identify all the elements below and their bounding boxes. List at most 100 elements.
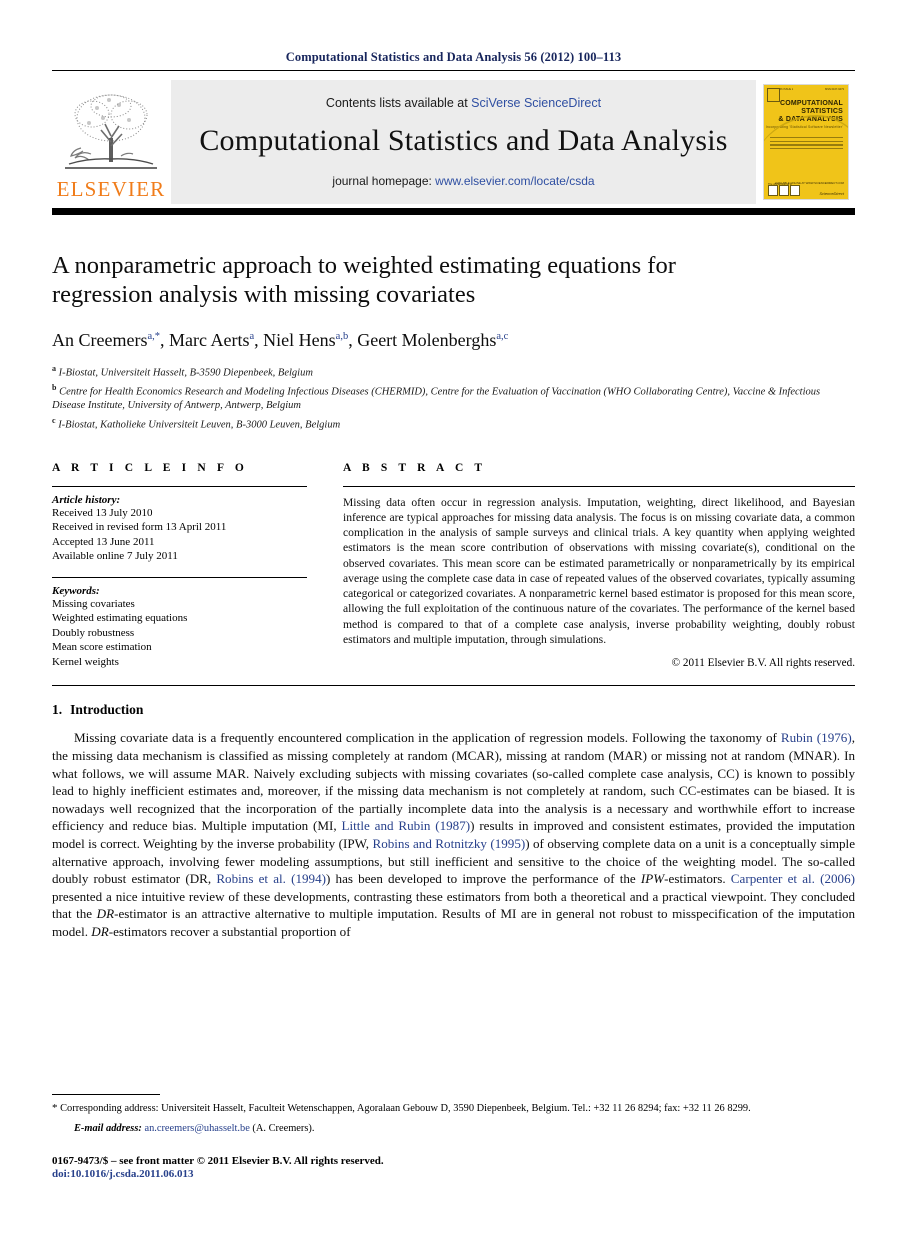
keywords-label: Keywords:: [52, 584, 100, 597]
page-title: A nonparametric approach to weighted est…: [52, 252, 676, 308]
affiliation-b-mark: b: [52, 383, 57, 393]
para-text: ) has been developed to improve the perf…: [326, 871, 641, 887]
affiliation-c-text: I-Biostat, Katholieke Universiteit Leuve…: [58, 419, 341, 431]
keyword-item: Mean score estimation: [52, 641, 152, 654]
cover-issn: ISSN 0167-9473: [824, 88, 844, 91]
email-label: E-mail address:: [74, 1123, 142, 1134]
journal-banner: ELSEVIER Contents lists available at Sci…: [52, 80, 855, 204]
contents-available-line: Contents lists available at SciVerse Sci…: [326, 96, 601, 110]
keyword-item: Doubly robustness: [52, 626, 135, 639]
author-4: Geert Molenberghsa,c: [357, 330, 508, 350]
abstract-column: A B S T R A C T Missing data often occur…: [343, 462, 855, 670]
citation-rubin-1976[interactable]: Rubin (1976): [781, 730, 852, 745]
citation-robins-rotnitzky-1995[interactable]: Robins and Rotnitzky (1995): [372, 836, 525, 851]
author-2-name: Marc Aerts: [169, 330, 250, 350]
journal-homepage-line: journal homepage: www.elsevier.com/locat…: [332, 174, 594, 188]
keyword-item: Missing covariates: [52, 597, 135, 610]
citation-carpenter-et-al-2006[interactable]: Carpenter et al. (2006): [731, 871, 855, 886]
article-history-item: Accepted 13 June 2011: [52, 535, 155, 548]
email-owner: (A. Creemers).: [252, 1123, 315, 1134]
cover-elsevier-mark-icon: [767, 88, 780, 102]
cover-footer: ScienceDirect: [764, 185, 848, 196]
affiliation-b: b Centre for Health Economics Research a…: [52, 381, 855, 413]
running-head: Computational Statistics and Data Analys…: [285, 50, 622, 64]
author-1: An Creemersa,*: [52, 330, 160, 350]
author-1-name: An Creemers: [52, 330, 148, 350]
sciencedirect-link[interactable]: SciVerse ScienceDirect: [471, 96, 601, 110]
affiliation-a-text: I-Biostat, Universiteit Hasselt, B-3590 …: [58, 367, 313, 379]
section-number: 1.: [52, 702, 63, 718]
banner-bottom-rule: [52, 208, 855, 215]
article-history-label: Article history:: [52, 493, 121, 506]
article-info-column: A R T I C L E I N F O Article history: R…: [52, 462, 307, 670]
issn-copyright-line: 0167-9473/$ – see front matter © 2011 El…: [52, 1155, 384, 1167]
para-text: -estimators.: [664, 871, 731, 887]
author-4-marks: a,c: [496, 331, 509, 342]
abstract-rule: [343, 485, 855, 487]
journal-homepage-prefix: journal homepage:: [332, 174, 436, 188]
keyword-item: Kernel weights: [52, 655, 119, 668]
elsevier-tree-icon: [59, 90, 163, 178]
para-text: -estimators recover a substantial propor…: [108, 923, 351, 939]
author-3-name: Niel Hens: [263, 330, 336, 350]
cover-badges-icon: [768, 185, 800, 196]
body-paragraph-1: Missing covariate data is a frequently e…: [52, 729, 855, 940]
article-info-rule: [52, 485, 307, 487]
article-history-item: Available online 7 July 2011: [52, 550, 178, 563]
affiliation-c-mark: c: [52, 415, 56, 425]
keywords-block: Keywords: Missing covariates Weighted es…: [52, 585, 307, 670]
abstract-copyright: © 2011 Elsevier B.V. All rights reserved…: [671, 656, 855, 669]
author-2-marks: a: [249, 331, 255, 342]
article-history-item: Received 13 July 2010: [52, 506, 153, 519]
para-text: Missing covariate data is a frequently e…: [74, 730, 781, 746]
journal-cover-thumbnail: VOLUME 56 ISSUE 1 ISSN 0167-9473 COMPUTA…: [757, 80, 855, 204]
body-top-rule: [52, 685, 855, 687]
cover-title-line-2: STATISTICS: [801, 108, 843, 115]
citation-robins-et-al-1994[interactable]: Robins et al. (1994): [216, 871, 326, 886]
emphasis-dr-2: DR: [91, 923, 109, 939]
article-history-item: Received in revised form 13 April 2011: [52, 521, 227, 534]
contents-available-prefix: Contents lists available at: [325, 96, 472, 110]
author-2: Marc Aertsa: [169, 330, 254, 350]
email-note: E-mail address: an.creemers@uhasselt.be …: [52, 1122, 855, 1136]
affiliation-c: c I-Biostat, Katholieke Universiteit Leu…: [52, 414, 855, 432]
affiliation-b-text: Centre for Health Economics Research and…: [52, 386, 821, 412]
author-1-marks: a,*: [147, 331, 161, 342]
corresponding-address-text: Corresponding address: Universiteit Hass…: [60, 1103, 751, 1114]
affiliation-a-mark: a: [52, 364, 56, 373]
corresponding-star: *: [52, 1102, 58, 1114]
article-info-divider: [52, 576, 307, 578]
author-list: An Creemersa,*, Marc Aertsa, Niel Hensa,…: [52, 330, 509, 350]
journal-title: Computational Statistics and Data Analys…: [199, 124, 728, 157]
elsevier-logo: ELSEVIER: [52, 80, 170, 204]
page-footer: * Corresponding address: Universiteit Ha…: [52, 1094, 855, 1180]
cover-sciencedirect-label: ScienceDirect: [819, 191, 844, 196]
running-head-rule: [52, 70, 855, 71]
section-heading-introduction: 1. Introduction: [52, 702, 855, 718]
journal-cover-image: VOLUME 56 ISSUE 1 ISSN 0167-9473 COMPUTA…: [763, 84, 849, 200]
article-info-heading: A R T I C L E I N F O: [52, 461, 248, 474]
emphasis-ipw: IPW: [640, 871, 665, 887]
author-4-name: Geert Molenberghs: [357, 330, 497, 350]
column-gap: [307, 462, 343, 670]
author-3: Niel Hensa,b: [263, 330, 348, 350]
article-history: Article history: Received 13 July 2010 R…: [52, 494, 307, 564]
info-abstract-block: A R T I C L E I N F O Article history: R…: [52, 462, 855, 670]
journal-banner-center: Contents lists available at SciVerse Sci…: [170, 80, 757, 204]
citation-little-rubin-1987[interactable]: Little and Rubin (1987): [341, 818, 470, 833]
footnote-rule: [52, 1094, 160, 1095]
article-first-page: Computational Statistics and Data Analys…: [0, 0, 907, 1238]
corresponding-address-note: * Corresponding address: Universiteit Ha…: [52, 1101, 855, 1116]
emphasis-dr: DR: [96, 906, 115, 922]
keyword-item: Weighted estimating equations: [52, 612, 188, 625]
abstract-text: Missing data often occur in regression a…: [343, 495, 855, 646]
email-link[interactable]: an.creemers@uhasselt.be: [144, 1123, 249, 1134]
journal-homepage-link[interactable]: www.elsevier.com/locate/csda: [435, 174, 594, 188]
doi-link[interactable]: doi:10.1016/j.csda.2011.06.013: [52, 1168, 855, 1180]
section-title: Introduction: [70, 702, 144, 718]
affiliation-a: a I-Biostat, Universiteit Hasselt, B-359…: [52, 362, 855, 380]
abstract-heading: A B S T R A C T: [343, 461, 487, 474]
affiliation-list: a I-Biostat, Universiteit Hasselt, B-359…: [52, 362, 855, 432]
elsevier-wordmark: ELSEVIER: [56, 177, 166, 201]
author-3-marks: a,b: [335, 331, 349, 342]
